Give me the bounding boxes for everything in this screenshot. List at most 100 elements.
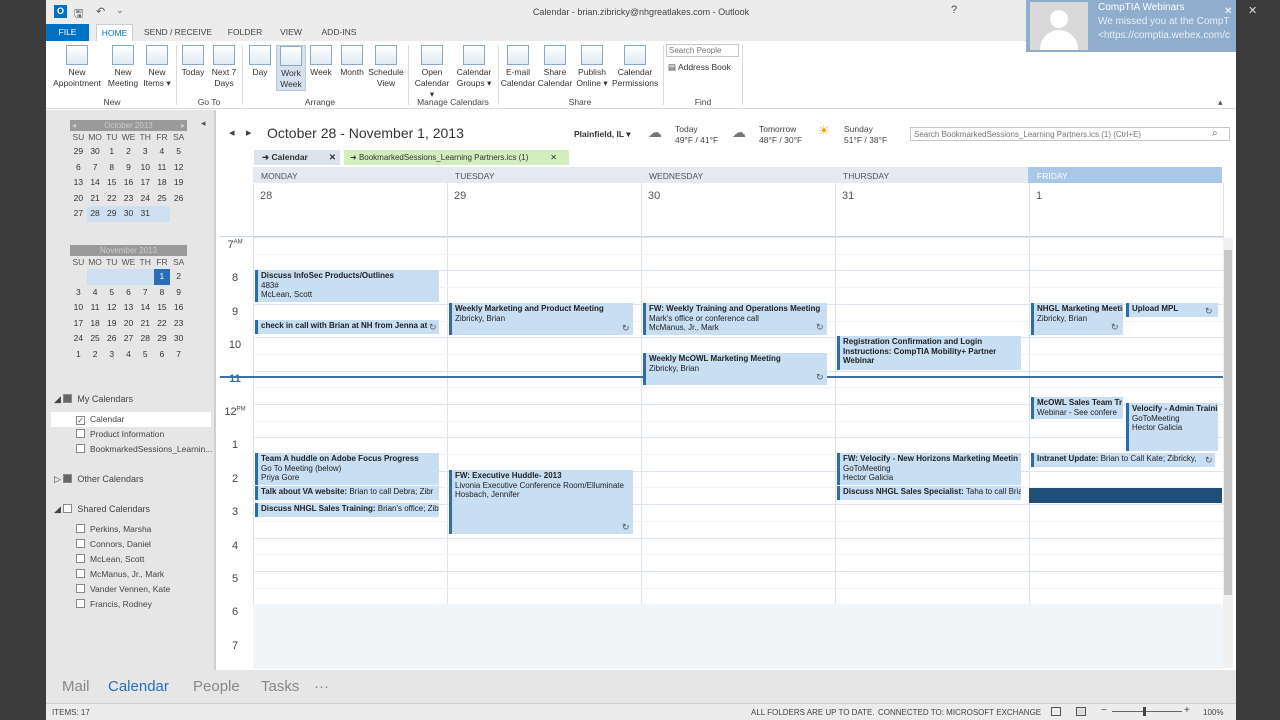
mini-calendar-day[interactable]: 25 xyxy=(154,191,171,207)
mini-calendar-day[interactable]: 10 xyxy=(70,300,87,316)
other-calendars-header[interactable]: ▷ Other Calendars xyxy=(54,474,143,485)
day-date[interactable]: 28 xyxy=(260,190,272,202)
mini-calendar-day[interactable]: 27 xyxy=(70,206,87,222)
calendar-event[interactable]: FW: Velocify - New Horizons Marketing Me… xyxy=(837,453,1021,485)
calendar-item-calendar[interactable]: ✓ Calendar xyxy=(51,412,211,427)
mini-calendar-day[interactable]: 6 xyxy=(120,285,137,301)
checkbox[interactable] xyxy=(76,444,85,453)
schedule-view-button[interactable]: Schedule View xyxy=(368,45,404,89)
email-calendar-button[interactable]: E-mail Calendar xyxy=(500,45,536,89)
mini-calendar-day[interactable]: 2 xyxy=(170,269,187,285)
mini-calendar-day[interactable]: 30 xyxy=(170,331,187,347)
mini-calendar-day[interactable]: 16 xyxy=(120,175,137,191)
mini-calendar-day[interactable]: 19 xyxy=(170,175,187,191)
mini-calendar-day[interactable]: 24 xyxy=(137,191,154,207)
next-7-days-button[interactable]: Next 7 Days xyxy=(209,45,239,89)
mini-calendar-day[interactable]: 29 xyxy=(103,206,121,222)
zoom-slider[interactable] xyxy=(1112,711,1182,712)
close-icon[interactable]: ✕ xyxy=(1224,6,1232,17)
mini-calendar-day[interactable]: 12 xyxy=(170,160,187,176)
reminder-notification[interactable]: CompTIA Webinars We missed you at the Co… xyxy=(1026,0,1236,52)
calendar-item-bookmarked[interactable]: BookmarkedSessions_Learnin... xyxy=(76,442,212,457)
close-window-icon[interactable]: ✕ xyxy=(1248,4,1257,17)
calendar-event[interactable]: FW: Weekly Training and Operations Meeti… xyxy=(643,303,827,335)
share-calendar-button[interactable]: Share Calendar xyxy=(537,45,573,89)
normal-view-icon[interactable] xyxy=(1051,707,1061,716)
new-appointment-button[interactable]: New Appointment xyxy=(50,45,104,89)
mini-calendar-day[interactable]: 21 xyxy=(87,191,104,207)
calendar-event[interactable]: Team A huddle on Adobe Focus Progress Go … xyxy=(255,453,439,485)
shared-calendar-item[interactable]: McLean, Scott xyxy=(76,552,144,567)
mini-calendar-day[interactable]: 2 xyxy=(87,347,104,363)
mini-calendar-day[interactable]: 6 xyxy=(154,347,171,363)
prev-month-icon[interactable]: ◂ xyxy=(70,120,76,131)
tab-view[interactable]: VIEW xyxy=(274,24,308,41)
mini-calendar-day[interactable]: 18 xyxy=(87,316,104,332)
calendar-event[interactable]: NHGL Marketing Meeting Zibricky, Brian xyxy=(1031,303,1123,335)
group-checkbox[interactable] xyxy=(63,504,73,513)
mini-calendar-day[interactable]: 28 xyxy=(137,331,154,347)
shared-calendar-item[interactable]: Francis, Rodney xyxy=(76,597,152,612)
help-button[interactable]: ? xyxy=(951,4,957,16)
mini-calendar-day[interactable]: 20 xyxy=(70,191,87,207)
mini-calendar-day[interactable]: 2 xyxy=(120,144,137,160)
calendar-event[interactable]: Intranet Update: Brian to Call Kate; Zib… xyxy=(1031,453,1215,467)
mini-calendar-day[interactable]: 4 xyxy=(120,347,137,363)
mini-calendar-day[interactable]: 15 xyxy=(103,175,120,191)
day-date[interactable]: 31 xyxy=(842,190,854,202)
new-items-button[interactable]: New Items ▾ xyxy=(140,45,174,89)
mini-calendar-day[interactable] xyxy=(153,206,171,222)
mini-calendar-day[interactable]: 11 xyxy=(154,160,171,176)
group-checkbox[interactable] xyxy=(63,474,73,483)
mini-calendar-day[interactable] xyxy=(86,269,104,285)
zoom-in-icon[interactable]: + xyxy=(1184,705,1190,716)
mini-calendar-day[interactable]: 14 xyxy=(87,175,104,191)
shared-calendars-header[interactable]: ◢ Shared Calendars xyxy=(54,504,150,515)
calendar-event[interactable]: Discuss NHGL Sales Specialist: Taha to c… xyxy=(837,486,1021,500)
mini-calendar-day[interactable]: 4 xyxy=(154,144,171,160)
checkbox[interactable] xyxy=(76,599,85,608)
mini-calendar-day[interactable]: 8 xyxy=(154,285,171,301)
mini-calendar-day[interactable]: 19 xyxy=(103,316,120,332)
mini-calendar-day[interactable]: 7 xyxy=(170,347,187,363)
calendar-search-input[interactable] xyxy=(910,127,1230,141)
tab-send-receive[interactable]: SEND / RECEIVE xyxy=(142,24,214,41)
weather-location-dropdown[interactable]: Plainfield, IL ▾ xyxy=(574,129,631,140)
calendar-groups-button[interactable]: Calendar Groups ▾ xyxy=(454,45,494,89)
next-month-icon[interactable]: ▸ xyxy=(181,120,187,131)
mini-calendar-day[interactable]: 24 xyxy=(70,331,87,347)
day-date[interactable]: 30 xyxy=(648,190,660,202)
mini-calendar-day[interactable]: 7 xyxy=(137,285,154,301)
tab-folder[interactable]: FOLDER xyxy=(224,24,266,41)
mini-calendar-day[interactable]: 3 xyxy=(137,144,154,160)
address-book-button[interactable]: ▤ Address Book xyxy=(668,62,731,73)
month-view-button[interactable]: Month xyxy=(336,45,368,78)
mini-calendar-day[interactable]: 8 xyxy=(103,160,120,176)
checkbox[interactable] xyxy=(76,539,85,548)
mini-calendar-day[interactable]: 14 xyxy=(137,300,154,316)
close-tab-icon[interactable]: ✕ xyxy=(329,150,336,165)
mini-calendar-day[interactable]: 29 xyxy=(154,331,171,347)
mini-calendar-day[interactable]: 11 xyxy=(87,300,104,316)
mini-calendar-day[interactable]: 15 xyxy=(154,300,171,316)
mini-calendar-day[interactable]: 3 xyxy=(70,285,87,301)
open-calendar-button[interactable]: Open Calendar ▾ xyxy=(412,45,452,100)
mini-calendar-day[interactable]: 5 xyxy=(103,285,120,301)
mini-calendar-day[interactable] xyxy=(136,269,154,285)
close-tab-icon[interactable]: ✕ xyxy=(550,150,557,165)
nav-calendar[interactable]: Calendar xyxy=(108,678,169,695)
mini-calendar-day[interactable]: 3 xyxy=(103,347,120,363)
mini-calendar-day[interactable]: 30 xyxy=(120,206,137,222)
checkbox[interactable] xyxy=(76,584,85,593)
mini-calendar-day[interactable] xyxy=(170,206,187,222)
mini-calendar-day[interactable]: 12 xyxy=(103,300,120,316)
checkbox-checked[interactable]: ✓ xyxy=(76,416,85,425)
new-meeting-button[interactable]: New Meeting xyxy=(106,45,140,89)
checkbox[interactable] xyxy=(76,569,85,578)
mini-calendar-day[interactable]: 29 xyxy=(70,144,87,160)
nav-mail[interactable]: Mail xyxy=(62,678,90,695)
mini-calendar-day[interactable]: 18 xyxy=(154,175,171,191)
day-view-button[interactable]: Day xyxy=(246,45,274,78)
busy-time-block[interactable] xyxy=(1029,488,1222,503)
mini-calendar-day[interactable]: 5 xyxy=(170,144,187,160)
